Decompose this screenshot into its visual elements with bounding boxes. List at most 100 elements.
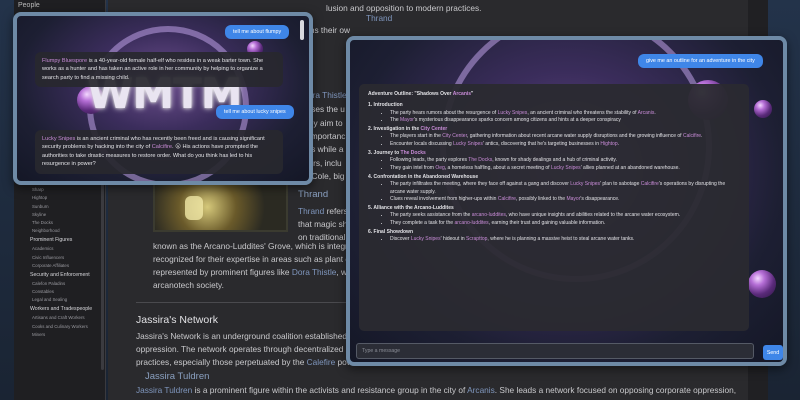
lucky-snipes-link[interactable]: Lucky Snipes [570, 181, 600, 187]
mayor-link[interactable]: Mayor [400, 117, 414, 123]
article-paragraph-line: oppression. The network operates through… [136, 344, 355, 354]
outline-section-3: 3. Journey to The Docks [368, 150, 426, 157]
arcanis-link[interactable]: Arcanis [638, 110, 655, 116]
lucky-snipes-link[interactable]: Lucky Snipes [551, 165, 581, 171]
sidebar-item[interactable]: Miners [14, 331, 105, 339]
user-message: tell me about flumpy [225, 25, 290, 39]
sidebar-item[interactable]: Sharp [14, 186, 105, 194]
city-center-link[interactable]: City Center [442, 133, 467, 139]
outline-title: Adventure Outline: "Shadows Over Arcanis… [368, 91, 474, 97]
sidebar-item[interactable]: Constables [14, 288, 105, 296]
dora-thistle-link[interactable]: Dora Thistle [292, 267, 337, 277]
outline-bullet: The players start in the City Center, ga… [390, 133, 740, 140]
scrapttop-link[interactable]: Scrapttop [466, 236, 487, 242]
sidebar-section-security[interactable]: Security and Enforcement [14, 270, 105, 280]
sidebar-item[interactable]: Skyline [14, 211, 105, 219]
outline-section-4: 4. Confrontation in the Abandoned Wareho… [368, 173, 479, 180]
lucky-snipes-link[interactable]: Lucky Snipes [411, 236, 441, 242]
bot-message: Lucky Snipes is an ancient criminal who … [35, 130, 283, 174]
thrand-text: that magic sh [298, 219, 348, 229]
article-paragraph-line: known as the Arcano-Luddites' Grove, whi… [153, 241, 364, 251]
outline-bullet: The party infiltrates the meeting, where… [390, 181, 740, 196]
npc-link-flumpy[interactable]: Flumpy Bluespore [42, 58, 87, 64]
article-paragraph-text: practices, especially those perpetuated … [136, 357, 307, 367]
article-paragraph-line: recognized for their expertise in areas … [153, 254, 364, 264]
article-paragraph-text: represented by prominent figures like [153, 267, 292, 277]
article-paragraph-line: arcanotech society. [153, 280, 224, 290]
jassira-tuldren-heading: Jassira Tuldren [145, 371, 210, 382]
outline-bullet: The Mayor's mysterious disappearance spa… [390, 117, 740, 124]
sidebar-item[interactable]: Neighborhood [14, 227, 105, 235]
sidebar-top-label[interactable]: People [14, 0, 44, 11]
outline-bullet: Encounter locals discussing Lucky Snipes… [390, 141, 740, 148]
sidebar-item[interactable]: Cooks and Culinary Workers [14, 323, 105, 331]
sidebar-item[interactable]: Hightop [14, 194, 105, 202]
arcanis-link[interactable]: Arcanis [467, 385, 495, 395]
message-input[interactable] [356, 343, 754, 359]
outline-bullet: They gain intel from Oeg, a homeless hal… [390, 165, 740, 172]
outline-bullet: Discover Lucky Snipes' hideout in Scrapt… [390, 236, 740, 243]
calcifire-link[interactable]: Calcifire [641, 181, 659, 187]
outline-bullet: Following leads, the party explores The … [390, 157, 740, 164]
outline-section-2: 2. Investigation in the City Center [368, 126, 448, 133]
jassira-tuldren-link[interactable]: Jassira Tuldren [136, 385, 192, 395]
outline-section-1: 1. Introduction [368, 102, 403, 109]
arcano-luddites-link[interactable]: arcano-luddites [454, 220, 488, 226]
city-link-calcifire[interactable]: Calcifire [152, 144, 172, 150]
sidebar-item[interactable]: Academics [14, 245, 105, 253]
section-divider [136, 302, 346, 303]
sidebar-item[interactable]: Civic Influencers [14, 254, 105, 262]
calcifire-link[interactable]: Calcifire [498, 196, 516, 202]
message-composer [356, 343, 761, 359]
outline-bullet: The party seeks assistance from the arca… [390, 212, 740, 219]
user-message: give me an outline for an adventure in t… [638, 54, 763, 68]
npc-link-lucky-snipes[interactable]: Lucky Snipes [42, 136, 75, 142]
sidebar-item[interactable]: Sunburn [14, 203, 105, 211]
oeg-link[interactable]: Oeg [435, 165, 444, 171]
user-message: tell me about lucky snipes [216, 105, 294, 119]
chat-scrollbar[interactable] [300, 20, 304, 40]
the-docks-link[interactable]: The Docks [468, 157, 492, 163]
calefire-link[interactable]: Calefire [307, 357, 336, 367]
thrand-text: refers [324, 206, 348, 216]
city-center-link[interactable]: City Center [421, 126, 448, 132]
chat-panel-left: WMTM tell me about flumpy Flumpy Bluespo… [13, 12, 313, 185]
article-text-line: lusion and opposition to modern practice… [326, 3, 482, 13]
arcanis-link[interactable]: Arcanis [453, 91, 471, 97]
calcifire-link[interactable]: Calcifire [683, 133, 701, 139]
sidebar-item[interactable]: Calefon Paladins [14, 280, 105, 288]
adventure-outline-message: Adventure Outline: "Shadows Over Arcanis… [359, 84, 749, 331]
outline-section-5: 5. Alliance with the Arcano-Luddites [368, 205, 454, 212]
sidebar-item[interactable]: Artisans and Craft Workers [14, 314, 105, 322]
arcano-luddites-link[interactable]: arcano-luddites [472, 212, 506, 218]
decorative-orb [748, 270, 776, 298]
thrand-heading: Thrand [298, 189, 329, 200]
chat-panel-right: give me an outline for an adventure in t… [346, 36, 787, 366]
article-paragraph-text: . She leads a network focused on opposin… [494, 385, 737, 395]
outline-bullet: The party hears rumors about the resurge… [390, 110, 740, 117]
thrand-image [153, 182, 288, 232]
hightop-link[interactable]: Hightop [600, 141, 617, 147]
sidebar-section-workers[interactable]: Workers and Tradespeople [14, 304, 105, 314]
lantern-glow [185, 196, 203, 220]
bot-message: Flumpy Bluespore is a 40-year-old female… [35, 52, 283, 88]
send-button[interactable]: Send [763, 345, 783, 360]
thrand-link[interactable]: Thrand [298, 206, 324, 216]
article-link-thrand[interactable]: Thrand [366, 12, 392, 26]
sidebar-scrollbar[interactable] [101, 180, 104, 370]
jassira-network-heading: Jassira's Network [136, 314, 218, 326]
mayor-link[interactable]: Mayor [566, 196, 580, 202]
outline-bullet: They complete a task for the arcano-ludd… [390, 220, 740, 227]
lucky-snipes-link[interactable]: Lucky Snipes [453, 141, 483, 147]
article-paragraph-line: Jassira's Network is an underground coal… [136, 331, 359, 341]
sidebar-item[interactable]: The Docks [14, 219, 105, 227]
article-paragraph-text: is a prominent figure within the activis… [192, 385, 468, 395]
lucky-snipes-link[interactable]: Lucky Snipes [498, 110, 528, 116]
sidebar-item[interactable]: Corporate Affiliates [14, 262, 105, 270]
the-docks-link[interactable]: The Docks [401, 150, 426, 156]
sidebar-item[interactable]: Legal and Sealing [14, 296, 105, 304]
article-text-fragment: ins their ow [308, 25, 350, 35]
sidebar-section-prominent[interactable]: Prominent Figures [14, 235, 105, 245]
outline-bullet: Clues reveal involvement from higher-ups… [390, 196, 740, 203]
outline-section-6: 6. Final Showdown [368, 229, 413, 236]
